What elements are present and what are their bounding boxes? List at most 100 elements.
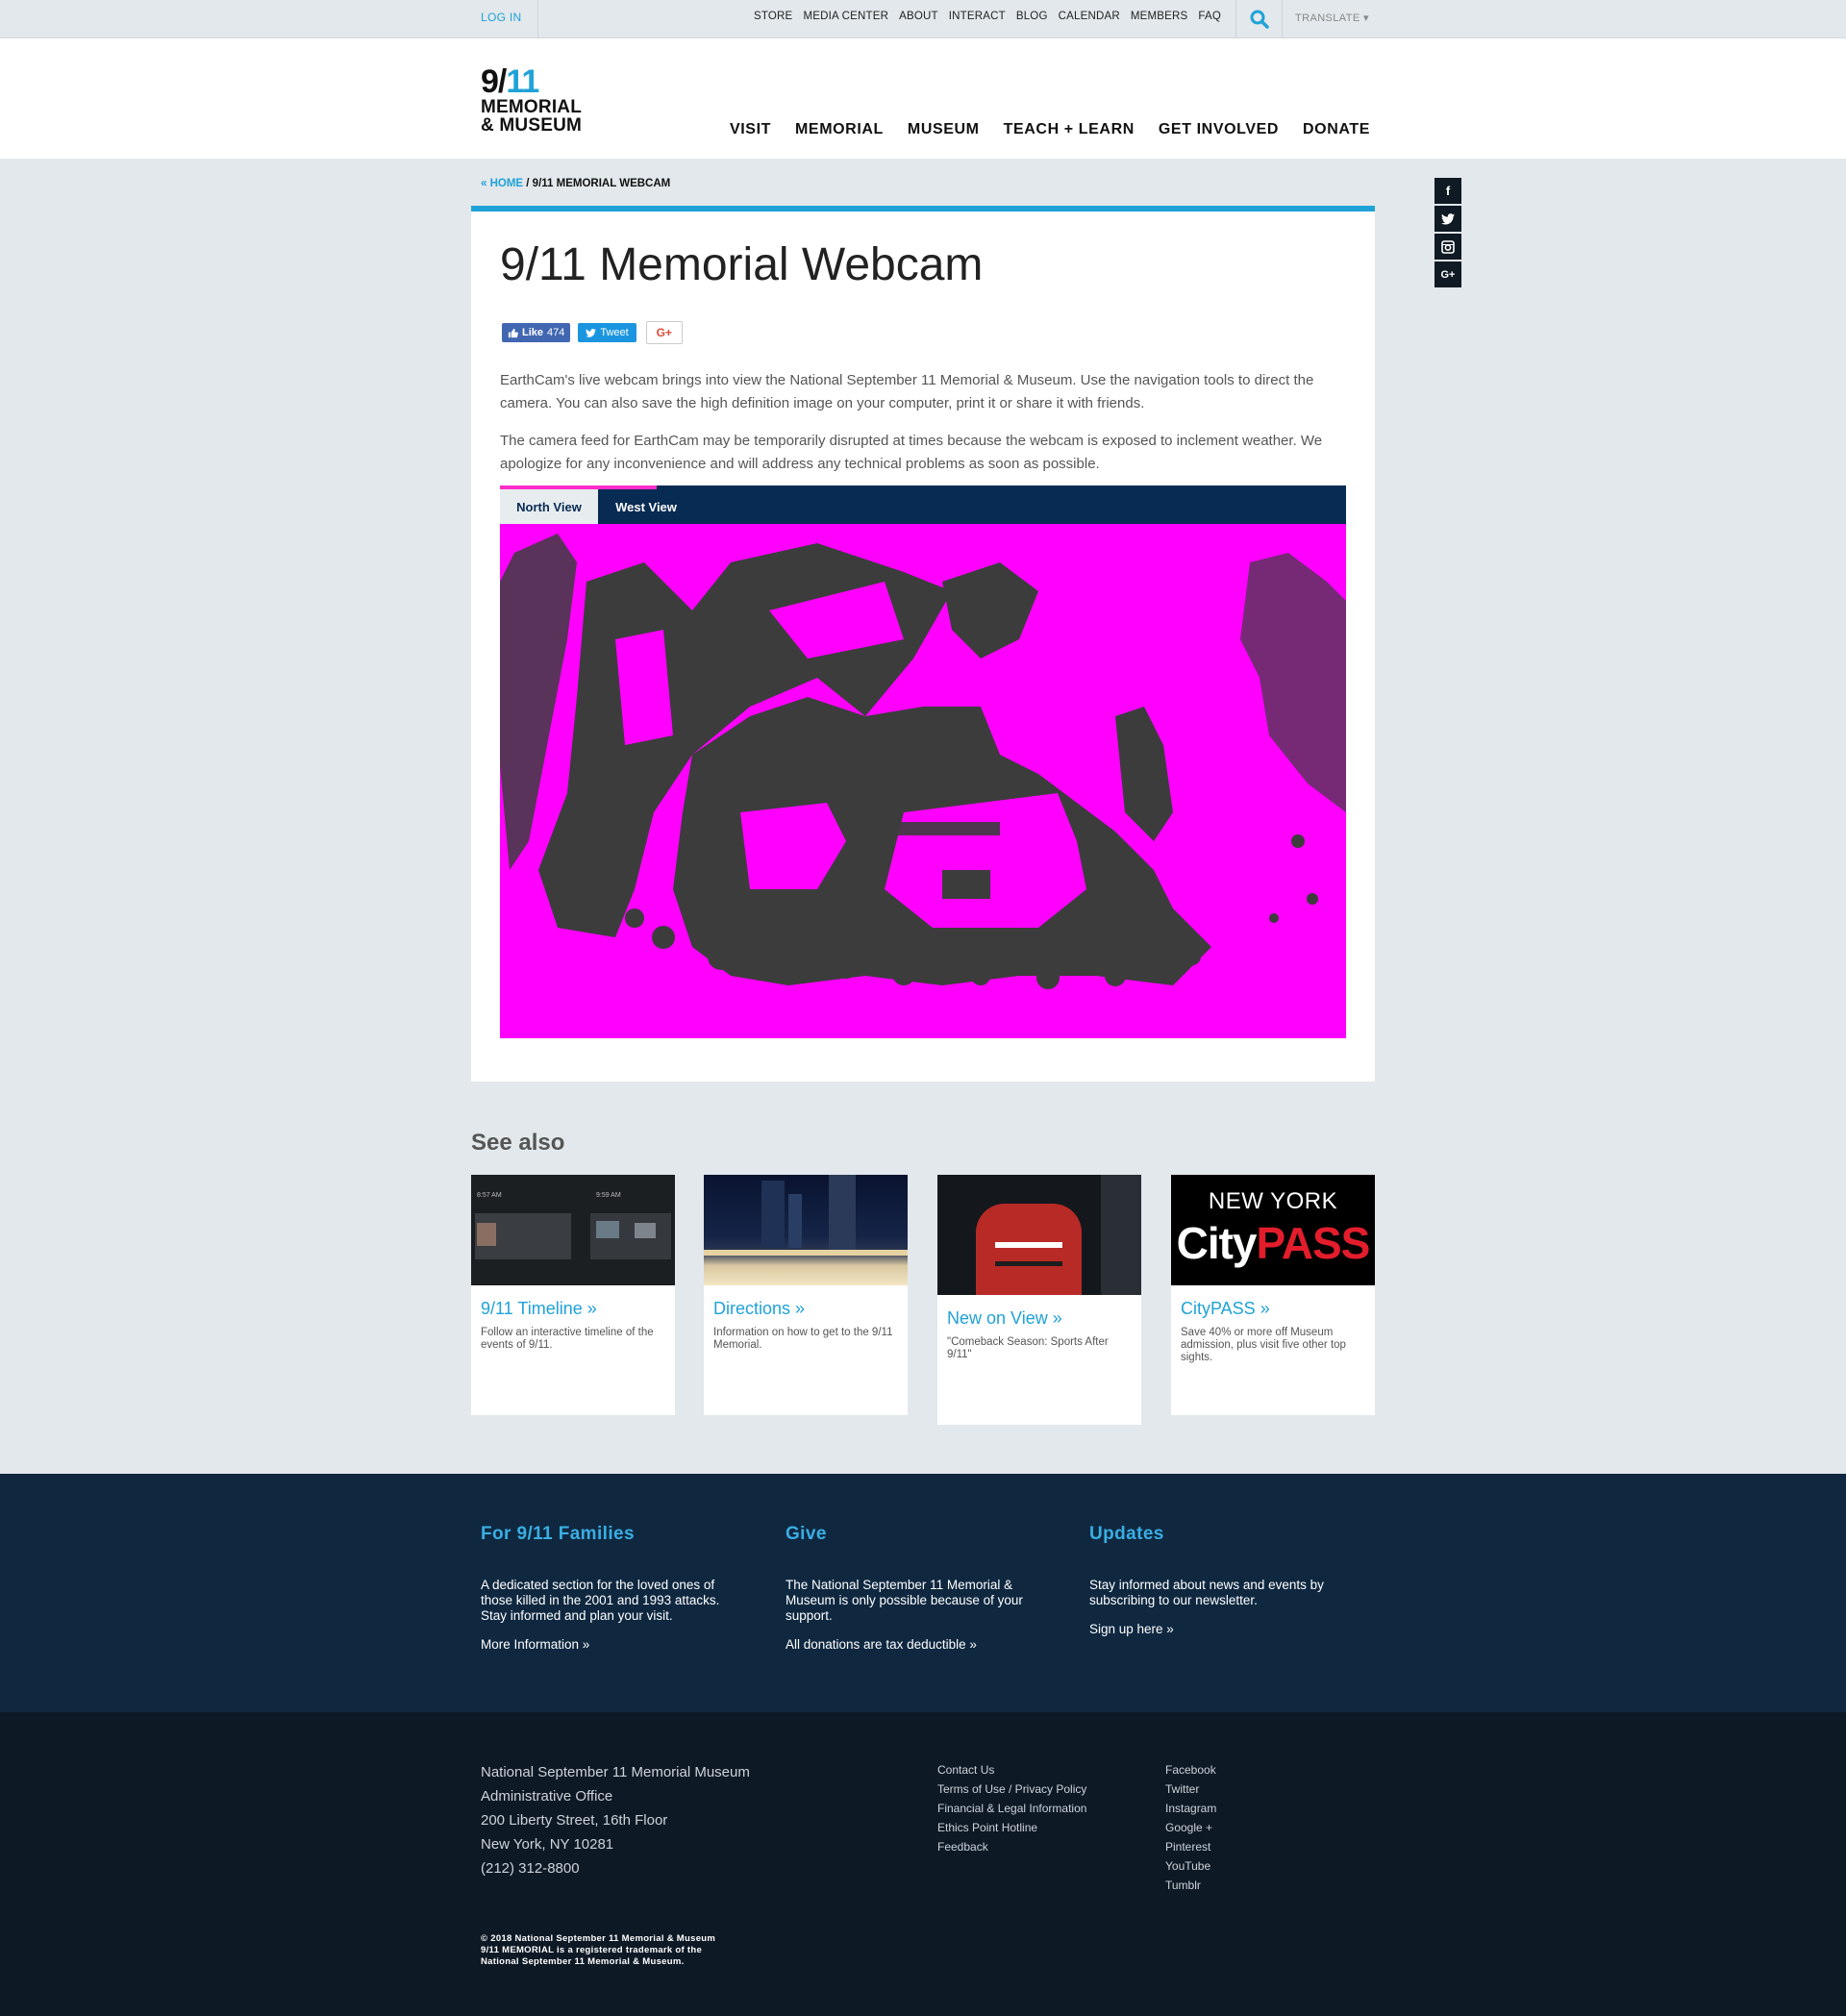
site-logo[interactable]: 9/11 MEMORIAL & MUSEUM bbox=[481, 65, 596, 135]
nav-donate[interactable]: DONATE bbox=[1303, 121, 1370, 138]
footer-link-tumblr[interactable]: Tumblr bbox=[1165, 1876, 1216, 1895]
new-on-view-thumbnail bbox=[937, 1175, 1141, 1295]
nav-museum[interactable]: MUSEUM bbox=[908, 121, 980, 138]
footer-bottom: National September 11 Memorial Museum Ad… bbox=[0, 1712, 1846, 2016]
footer-link-feedback[interactable]: Feedback bbox=[937, 1837, 1086, 1856]
footer-col-title: For 9/11 Families bbox=[481, 1524, 635, 1544]
util-link-blog[interactable]: BLOG bbox=[1016, 11, 1048, 22]
footer-link-terms[interactable]: Terms of Use / Privacy Policy bbox=[937, 1780, 1086, 1799]
tweet-label: Tweet bbox=[600, 327, 629, 338]
google-plus-icon[interactable]: G+ bbox=[1434, 261, 1461, 287]
nav-get-involved[interactable]: GET INVOLVED bbox=[1159, 121, 1279, 138]
site-header: 9/11 MEMORIAL & MUSEUM VISIT MEMORIAL MU… bbox=[0, 38, 1846, 159]
thumb-time-1: 8:57 AM bbox=[477, 1192, 502, 1199]
footer-link-twitter[interactable]: Twitter bbox=[1165, 1780, 1216, 1799]
content-card: 9/11 Memorial Webcam Like 474 Tweet G+ E… bbox=[471, 206, 1375, 1082]
thumb-time-2: 9:59 AM bbox=[596, 1192, 621, 1199]
card-directions[interactable]: Directions » Information on how to get t… bbox=[704, 1175, 908, 1415]
footer-link-youtube[interactable]: YouTube bbox=[1165, 1856, 1216, 1876]
footer-link-financial[interactable]: Financial & Legal Information bbox=[937, 1799, 1086, 1818]
nav-teach-learn[interactable]: TEACH + LEARN bbox=[1004, 121, 1135, 138]
util-link-media-center[interactable]: MEDIA CENTER bbox=[803, 11, 888, 22]
footer-col-link[interactable]: All donations are tax deductible » bbox=[786, 1637, 1045, 1652]
copyright: © 2018 National September 11 Memorial & … bbox=[481, 1933, 715, 1968]
facebook-icon[interactable]: f bbox=[1434, 178, 1461, 204]
facebook-like-button[interactable]: Like 474 bbox=[502, 323, 571, 342]
footer-col-text: The National September 11 Memorial & Mus… bbox=[786, 1578, 1023, 1623]
card-title[interactable]: New on View » bbox=[947, 1308, 1132, 1329]
footer-link-contact[interactable]: Contact Us bbox=[937, 1760, 1086, 1780]
nav-memorial[interactable]: MEMORIAL bbox=[795, 121, 884, 138]
util-link-about[interactable]: ABOUT bbox=[899, 11, 938, 22]
divider bbox=[537, 0, 538, 38]
util-link-members[interactable]: MEMBERS bbox=[1131, 11, 1188, 22]
footer-link-pinterest[interactable]: Pinterest bbox=[1165, 1837, 1216, 1856]
footer-col-link[interactable]: Sign up here » bbox=[1089, 1622, 1349, 1636]
util-link-store[interactable]: STORE bbox=[754, 11, 792, 22]
footer-link-ethics[interactable]: Ethics Point Hotline bbox=[937, 1818, 1086, 1837]
tab-north-view[interactable]: North View bbox=[500, 489, 598, 524]
utility-links: STORE MEDIA CENTER ABOUT INTERACT BLOG C… bbox=[754, 11, 1221, 22]
twitter-icon bbox=[586, 328, 597, 337]
citypass-line1: NEW YORK bbox=[1208, 1188, 1338, 1214]
translate-dropdown[interactable]: TRANSLATE ▾ bbox=[1295, 12, 1369, 24]
breadcrumb-current: / 9/11 MEMORIAL WEBCAM bbox=[523, 178, 671, 189]
footer-links-info: Contact Us Terms of Use / Privacy Policy… bbox=[937, 1760, 1086, 1856]
like-count: 474 bbox=[547, 327, 565, 338]
logo-line-memorial: MEMORIAL bbox=[481, 97, 583, 117]
logo-mark: 9/11 bbox=[481, 63, 539, 100]
footer-link-instagram[interactable]: Instagram bbox=[1165, 1799, 1216, 1818]
breadcrumb: « HOME / 9/11 MEMORIAL WEBCAM bbox=[481, 178, 670, 189]
citypass-thumbnail: NEW YORK CityPASS bbox=[1171, 1175, 1375, 1285]
address-line: 200 Liberty Street, 16th Floor bbox=[481, 1812, 668, 1829]
address-line: National September 11 Memorial Museum bbox=[481, 1764, 750, 1780]
thumbs-up-icon bbox=[508, 328, 518, 337]
webcam-tabs: North View West View bbox=[500, 485, 1346, 524]
breadcrumb-home[interactable]: « HOME bbox=[481, 178, 523, 189]
directions-thumbnail bbox=[704, 1175, 908, 1285]
card-title[interactable]: 9/11 Timeline » bbox=[481, 1299, 665, 1319]
card-title[interactable]: CityPASS » bbox=[1181, 1299, 1365, 1319]
divider bbox=[1282, 0, 1283, 38]
share-bar: Like 474 Tweet G+ bbox=[502, 321, 683, 344]
utility-bar: LOG IN STORE MEDIA CENTER ABOUT INTERACT… bbox=[0, 0, 1846, 38]
intro-paragraph: EarthCam's live webcam brings into view … bbox=[500, 372, 1314, 411]
footer-address: National September 11 Memorial Museum Ad… bbox=[481, 1760, 750, 1880]
footer-link-google-plus[interactable]: Google + bbox=[1165, 1818, 1216, 1837]
copyright-line: 9/11 MEMORIAL is a registered trademark … bbox=[481, 1945, 703, 1955]
webcam-viewer: North View West View bbox=[500, 485, 1346, 1038]
card-title[interactable]: Directions » bbox=[713, 1299, 898, 1319]
card-description: Save 40% or more off Museum admission, p… bbox=[1181, 1327, 1346, 1363]
tweet-button[interactable]: Tweet bbox=[578, 323, 636, 342]
like-label: Like bbox=[522, 327, 544, 338]
logo-line-museum: & MUSEUM bbox=[481, 115, 583, 136]
card-description: "Comeback Season: Sports After 9/11" bbox=[947, 1336, 1109, 1360]
search-button[interactable] bbox=[1236, 0, 1283, 38]
util-link-faq[interactable]: FAQ bbox=[1198, 11, 1221, 22]
google-plus-button[interactable]: G+ bbox=[645, 321, 683, 344]
card-new-on-view[interactable]: New on View » "Comeback Season: Sports A… bbox=[937, 1175, 1141, 1425]
nav-visit[interactable]: VISIT bbox=[730, 121, 771, 138]
search-icon bbox=[1250, 10, 1269, 29]
footer-col-text: A dedicated section for the loved ones o… bbox=[481, 1578, 720, 1623]
card-citypass[interactable]: NEW YORK CityPASS CityPASS » Save 40% or… bbox=[1171, 1175, 1375, 1415]
footer-col-link[interactable]: More Information » bbox=[481, 1637, 740, 1652]
card-timeline[interactable]: 8:57 AM 9:59 AM 9/11 Timeline » Follow a… bbox=[471, 1175, 675, 1415]
timeline-thumbnail: 8:57 AM 9:59 AM bbox=[471, 1175, 675, 1285]
citypass-logo: CityPASS bbox=[1176, 1218, 1371, 1268]
address-line: Administrative Office bbox=[481, 1788, 613, 1804]
util-link-calendar[interactable]: CALENDAR bbox=[1059, 11, 1120, 22]
disclaimer-paragraph: The camera feed for EarthCam may be temp… bbox=[500, 433, 1323, 472]
see-also-heading: See also bbox=[471, 1130, 565, 1156]
footer-links-social: Facebook Twitter Instagram Google + Pint… bbox=[1165, 1760, 1216, 1895]
instagram-icon[interactable] bbox=[1434, 234, 1461, 260]
login-link[interactable]: LOG IN bbox=[481, 11, 521, 24]
footer-link-facebook[interactable]: Facebook bbox=[1165, 1760, 1216, 1780]
footer-col-give: Give The National September 11 Memorial … bbox=[786, 1524, 1045, 1652]
util-link-interact[interactable]: INTERACT bbox=[949, 11, 1006, 22]
footer-col-text: Stay informed about news and events by s… bbox=[1089, 1578, 1324, 1607]
webcam-image[interactable] bbox=[500, 524, 1346, 1038]
tab-west-view[interactable]: West View bbox=[598, 489, 694, 524]
address-phone: (212) 312-8800 bbox=[481, 1860, 580, 1877]
twitter-icon[interactable] bbox=[1434, 206, 1461, 232]
